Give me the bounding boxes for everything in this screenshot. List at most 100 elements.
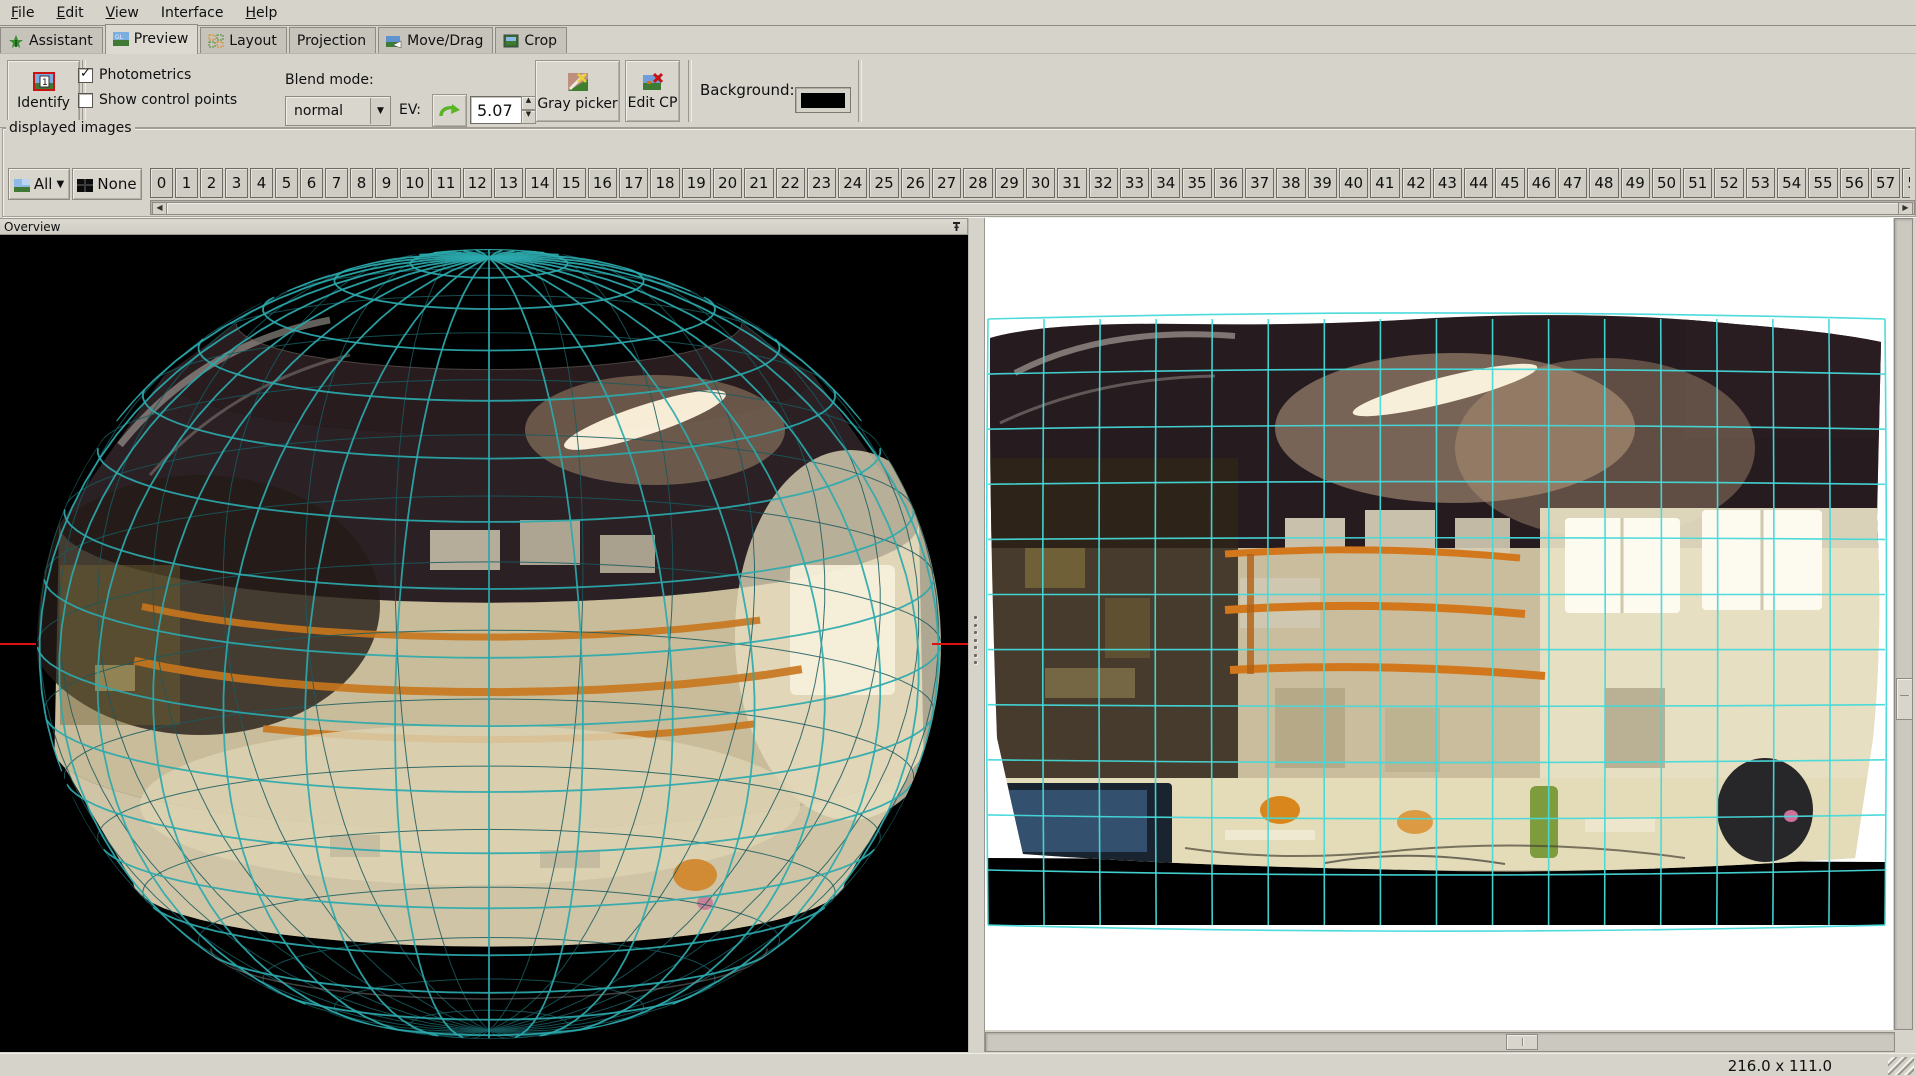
image-toggle-button-40[interactable]: 40	[1339, 168, 1368, 198]
image-toggle-button-19[interactable]: 19	[682, 168, 711, 198]
image-toggle-button-35[interactable]: 35	[1182, 168, 1211, 198]
image-toggle-button-25[interactable]: 25	[869, 168, 898, 198]
preview-horizontal-scrollbar[interactable]	[985, 1032, 1895, 1052]
image-toggle-button-2[interactable]: 2	[200, 168, 223, 198]
show-all-images-button[interactable]: All▼	[8, 168, 70, 200]
image-toggle-button-7[interactable]: 7	[325, 168, 348, 198]
edit-cp-button[interactable]: Edit CP	[625, 60, 680, 122]
image-toggle-button-18[interactable]: 18	[650, 168, 679, 198]
image-toggle-button-57[interactable]: 57	[1871, 168, 1900, 198]
scrollbar-thumb[interactable]	[166, 202, 1900, 215]
image-toggle-button-43[interactable]: 43	[1433, 168, 1462, 198]
image-toggle-button-34[interactable]: 34	[1151, 168, 1180, 198]
show-none-images-button[interactable]: None	[72, 168, 142, 200]
image-toggle-button-17[interactable]: 17	[619, 168, 648, 198]
image-toggle-button-37[interactable]: 37	[1245, 168, 1274, 198]
image-toggle-button-14[interactable]: 14	[525, 168, 554, 198]
photometrics-checkbox[interactable]: ✓	[78, 68, 93, 83]
image-toggle-button-44[interactable]: 44	[1464, 168, 1493, 198]
gray-picker-button[interactable]: Gray picker	[535, 60, 620, 122]
photometrics-checkbox-row[interactable]: ✓ Photometrics	[78, 67, 191, 83]
image-toggle-button-36[interactable]: 36	[1214, 168, 1243, 198]
spin-down-icon[interactable]: ▼	[521, 110, 536, 124]
image-toggle-button-10[interactable]: 10	[400, 168, 429, 198]
spin-up-icon[interactable]: ▲	[521, 96, 536, 110]
show-control-points-checkbox-row[interactable]: Show control points	[78, 92, 237, 108]
image-list-scrollbar[interactable]: ◀ ▶	[150, 200, 1915, 215]
image-toggle-button-27[interactable]: 27	[932, 168, 961, 198]
scroll-right-icon[interactable]: ▶	[1898, 202, 1913, 215]
overview-pane-titlebar[interactable]: Overview	[0, 218, 968, 235]
image-toggle-button-56[interactable]: 56	[1840, 168, 1869, 198]
image-toggle-button-28[interactable]: 28	[963, 168, 992, 198]
image-toggle-button-51[interactable]: 51	[1683, 168, 1712, 198]
image-toggle-button-12[interactable]: 12	[463, 168, 492, 198]
image-toggle-button-23[interactable]: 23	[807, 168, 836, 198]
image-toggle-button-47[interactable]: 47	[1558, 168, 1587, 198]
chevron-down-icon[interactable]: ▼	[370, 98, 390, 124]
scrollbar-thumb[interactable]	[1896, 678, 1913, 720]
image-toggle-button-5[interactable]: 5	[275, 168, 298, 198]
image-toggle-button-16[interactable]: 16	[588, 168, 617, 198]
image-toggle-button-1[interactable]: 1	[175, 168, 198, 198]
image-toggle-button-29[interactable]: 29	[995, 168, 1024, 198]
image-toggle-button-53[interactable]: 53	[1746, 168, 1775, 198]
image-toggle-button-30[interactable]: 30	[1026, 168, 1055, 198]
image-toggle-button-26[interactable]: 26	[901, 168, 930, 198]
image-toggle-button-48[interactable]: 48	[1589, 168, 1618, 198]
image-toggle-button-45[interactable]: 45	[1495, 168, 1524, 198]
image-toggle-button-58[interactable]: 58	[1902, 168, 1910, 198]
tab-assistant[interactable]: Assistant	[0, 27, 103, 54]
image-toggle-button-42[interactable]: 42	[1402, 168, 1431, 198]
overview-canvas[interactable]	[0, 235, 968, 1052]
image-toggle-button-6[interactable]: 6	[300, 168, 323, 198]
image-toggle-button-38[interactable]: 38	[1276, 168, 1305, 198]
image-toggle-button-8[interactable]: 8	[350, 168, 373, 198]
image-toggle-button-22[interactable]: 22	[776, 168, 805, 198]
image-toggle-button-46[interactable]: 46	[1527, 168, 1556, 198]
menu-edit[interactable]: Edit	[45, 3, 94, 23]
background-color-button[interactable]	[795, 87, 851, 113]
image-toggle-button-20[interactable]: 20	[713, 168, 742, 198]
image-toggle-button-55[interactable]: 55	[1808, 168, 1837, 198]
menu-help[interactable]: Help	[235, 3, 289, 23]
image-toggle-button-31[interactable]: 31	[1057, 168, 1086, 198]
tab-preview[interactable]: GLPreview	[105, 24, 199, 54]
identify-button[interactable]: 1 Identify	[7, 60, 80, 122]
scroll-left-icon[interactable]: ◀	[152, 202, 167, 215]
image-toggle-button-0[interactable]: 0	[150, 168, 173, 198]
image-toggle-button-3[interactable]: 3	[225, 168, 248, 198]
pane-splitter[interactable]	[968, 218, 985, 1052]
menu-view[interactable]: View	[95, 3, 150, 23]
ev-input[interactable]: 5.07	[470, 96, 528, 124]
show-control-points-checkbox[interactable]	[78, 93, 93, 108]
blend-mode-select[interactable]: normal ▼	[285, 96, 391, 126]
image-toggle-button-39[interactable]: 39	[1308, 168, 1337, 198]
tab-move-drag[interactable]: Move/Drag	[378, 27, 493, 54]
image-toggle-button-24[interactable]: 24	[838, 168, 867, 198]
image-toggle-button-50[interactable]: 50	[1652, 168, 1681, 198]
image-toggle-button-21[interactable]: 21	[744, 168, 773, 198]
image-toggle-button-13[interactable]: 13	[494, 168, 523, 198]
image-toggle-button-41[interactable]: 41	[1370, 168, 1399, 198]
tab-layout[interactable]: Layout	[200, 27, 287, 54]
image-toggle-button-32[interactable]: 32	[1089, 168, 1118, 198]
tab-projection[interactable]: Projection	[289, 27, 376, 54]
menu-file[interactable]: File	[0, 3, 45, 23]
ev-reset-button[interactable]	[432, 94, 467, 127]
window-resize-grip[interactable]	[1888, 1057, 1914, 1075]
scrollbar-thumb[interactable]	[1506, 1034, 1538, 1050]
image-toggle-button-11[interactable]: 11	[431, 168, 460, 198]
menu-interface[interactable]: Interface	[150, 3, 235, 23]
preview-vertical-scrollbar[interactable]	[1894, 218, 1913, 1030]
image-toggle-button-9[interactable]: 9	[375, 168, 398, 198]
image-toggle-button-33[interactable]: 33	[1120, 168, 1149, 198]
tab-crop[interactable]: Crop	[495, 27, 567, 54]
image-toggle-button-49[interactable]: 49	[1621, 168, 1650, 198]
image-toggle-button-4[interactable]: 4	[250, 168, 273, 198]
image-toggle-button-54[interactable]: 54	[1777, 168, 1806, 198]
preview-canvas[interactable]	[985, 218, 1893, 1030]
ev-spinner[interactable]: ▲▼	[521, 96, 536, 124]
image-toggle-button-52[interactable]: 52	[1714, 168, 1743, 198]
image-toggle-button-15[interactable]: 15	[556, 168, 585, 198]
